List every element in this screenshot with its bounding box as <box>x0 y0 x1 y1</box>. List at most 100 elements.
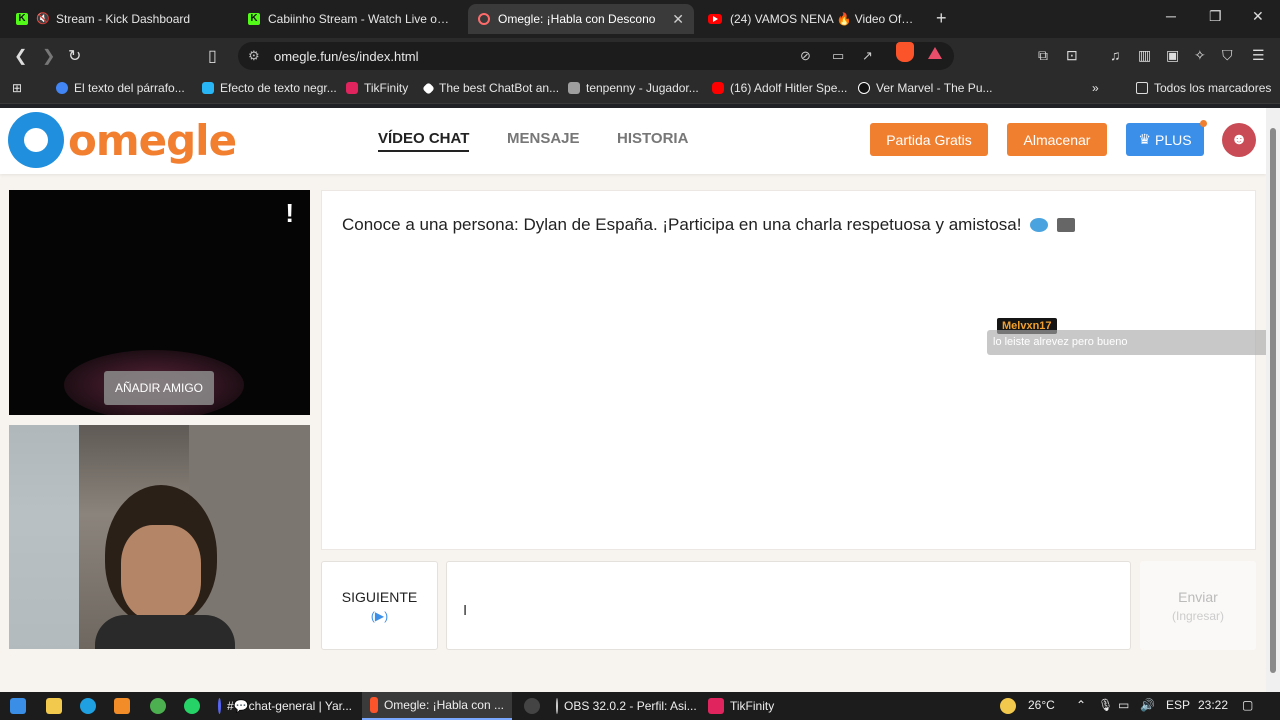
bookmark-label: El texto del párrafo... <box>74 81 185 95</box>
next-button[interactable]: SIGUIENTE (▶) <box>321 561 438 650</box>
forward-icon[interactable]: ❯ <box>42 46 55 66</box>
menu-icon[interactable]: ☰ <box>1252 47 1265 64</box>
next-hint: (▶) <box>370 608 389 623</box>
brave-shields-icon[interactable] <box>896 42 914 62</box>
no-ai-icon[interactable]: ⊘ <box>800 48 811 64</box>
message-input[interactable]: I <box>446 561 1131 650</box>
tab-title: Omegle: ¡Habla con Descono <box>498 12 656 26</box>
youtube-icon <box>708 14 722 24</box>
volume-icon[interactable]: 🔊 <box>1140 698 1155 712</box>
taskbar-app-obs[interactable]: OBS 32.0.2 - Perfil: Asi... <box>548 692 698 720</box>
omegle-logo[interactable]: omegle <box>8 112 237 168</box>
sidebar-icon[interactable]: ▥ <box>1138 47 1151 64</box>
logo-text: omegle <box>68 115 237 165</box>
tab-omegle[interactable]: Omegle: ¡Habla con Descono ✕ <box>468 4 694 34</box>
vlc-icon[interactable] <box>114 698 130 714</box>
windows-taskbar: #💬chat-general | Yar... Omegle: ¡Habla c… <box>0 692 1280 720</box>
window-close-icon[interactable]: ✕ <box>1252 8 1264 25</box>
edge-icon[interactable] <box>80 698 96 714</box>
nav-message[interactable]: MENSAJE <box>507 130 580 147</box>
wallet-icon[interactable]: ▣ <box>1166 47 1179 64</box>
avatar[interactable]: ☻ <box>1222 123 1256 157</box>
site-info-icon[interactable]: ⚙ <box>248 48 260 64</box>
bookmark-item[interactable]: The best ChatBot an... <box>422 81 559 95</box>
plus-button[interactable]: ♛ PLUS <box>1126 123 1204 156</box>
tab-search-icon[interactable]: ⊡ <box>1066 47 1078 64</box>
bookmark-favicon <box>422 81 435 95</box>
vpn-icon[interactable]: ⛉ <box>1222 47 1233 64</box>
tray-chevron-icon[interactable]: ⌃ <box>1076 698 1086 712</box>
language-text[interactable]: ESP <box>1166 698 1190 712</box>
bookmark-item[interactable]: (16) Adolf Hitler Spe... <box>712 81 847 95</box>
all-bookmarks-folder[interactable]: Todos los marcadores <box>1136 81 1271 95</box>
apps-grid-icon[interactable]: ⊞ <box>12 81 22 95</box>
media-icon[interactable]: ♫ <box>1110 47 1121 63</box>
weather-icon[interactable] <box>1000 698 1016 714</box>
user-face <box>121 525 201 620</box>
site-header: omegle VÍDEO CHAT MENSAJE HISTORIA Parti… <box>0 108 1266 174</box>
obs-icon <box>556 698 558 714</box>
nav-history[interactable]: HISTORIA <box>617 130 688 147</box>
back-icon[interactable]: ❮ <box>14 46 27 66</box>
extensions-icon[interactable]: ⧉ <box>1038 47 1048 64</box>
clock-text[interactable]: 23:22 <box>1198 698 1228 712</box>
taskbar-app-label: TikFinity <box>730 699 775 713</box>
store-button[interactable]: Almacenar <box>1007 123 1107 156</box>
bookmark-item[interactable]: TikFinity <box>346 81 408 95</box>
new-tab-icon[interactable]: + <box>936 8 947 29</box>
tab-title: (24) VAMOS NENA 🔥 Video Oficial/C <box>730 12 914 26</box>
notification-dot <box>1200 120 1207 127</box>
browser-tabbar: K 🔇 Stream - Kick Dashboard K Cabiinho S… <box>0 0 1280 38</box>
bookmark-icon[interactable]: ▯ <box>208 46 217 66</box>
tab-title: Cabiinho Stream - Watch Live on Kick <box>268 12 454 26</box>
bookmark-item[interactable]: El texto del párrafo... <box>56 81 185 95</box>
send-hint: (Ingresar) <box>1171 608 1224 623</box>
brave-rewards-icon[interactable] <box>928 47 942 59</box>
tab-title: Stream - Kick Dashboard <box>56 12 191 26</box>
taskbar-app-tikfinity[interactable]: TikFinity <box>700 692 790 720</box>
share-icon[interactable]: ↗ <box>862 48 873 64</box>
file-explorer-icon[interactable] <box>46 698 62 714</box>
page-scrollbar[interactable] <box>1266 108 1280 692</box>
taskbar-app-brave[interactable]: Omegle: ¡Habla con ... <box>362 692 512 720</box>
send-button[interactable]: Enviar (Ingresar) <box>1140 561 1256 650</box>
send-label: Enviar <box>1178 588 1218 605</box>
notifications-icon[interactable]: ▢ <box>1242 698 1253 712</box>
omegle-icon <box>478 13 490 25</box>
bookmark-label: tenpenny - Jugador... <box>586 81 699 95</box>
screenshot-icon[interactable]: ▭ <box>832 48 844 64</box>
muted-speaker-icon[interactable]: 🔇 <box>36 13 50 25</box>
taskbar-app-label: OBS 32.0.2 - Perfil: Asi... <box>564 699 697 713</box>
network-icon[interactable]: ▭ <box>1118 698 1129 712</box>
tab-kick-stream[interactable]: K Cabiinho Stream - Watch Live on Kick <box>238 4 464 34</box>
microphone-icon[interactable]: 🎙 <box>1098 698 1113 712</box>
bookmark-item[interactable]: Efecto de texto negr... <box>202 81 337 95</box>
address-bar[interactable]: ⚙ omegle.fun/es/index.html ⊘ ▭ ↗ <box>238 42 954 70</box>
close-tab-icon[interactable]: ✕ <box>672 11 684 28</box>
bookmark-item[interactable]: tenpenny - Jugador... <box>568 81 699 95</box>
whatsapp-icon[interactable] <box>184 698 200 714</box>
youtube-icon <box>712 82 724 94</box>
chrome-icon[interactable] <box>150 698 166 714</box>
windows-start-icon[interactable] <box>10 698 26 714</box>
bookmark-favicon <box>346 82 358 94</box>
bookmark-item[interactable]: Ver Marvel - The Pu... <box>858 81 993 95</box>
minimize-icon[interactable]: ─ <box>1166 8 1176 24</box>
free-game-button[interactable]: Partida Gratis <box>870 123 988 156</box>
overlay-chat-message: lo leiste alrevez pero bueno <box>987 330 1266 355</box>
tab-kick-dashboard[interactable]: K 🔇 Stream - Kick Dashboard <box>6 4 232 34</box>
bookmark-label: (16) Adolf Hitler Spe... <box>730 81 848 95</box>
pinned-app-icon[interactable] <box>524 698 540 714</box>
restore-icon[interactable]: ❐ <box>1209 8 1222 25</box>
scrollbar-thumb[interactable] <box>1270 128 1276 673</box>
report-icon[interactable]: ! <box>285 198 294 229</box>
reload-icon[interactable]: ↻ <box>68 46 81 66</box>
tab-youtube[interactable]: (24) VAMOS NENA 🔥 Video Oficial/C <box>698 4 924 34</box>
add-friend-button[interactable]: AÑADIR AMIGO <box>104 371 214 405</box>
leo-ai-icon[interactable]: ✧ <box>1194 47 1206 64</box>
taskbar-app-discord[interactable]: #💬chat-general | Yar... <box>210 692 360 720</box>
nav-video-chat[interactable]: VÍDEO CHAT <box>378 130 470 152</box>
stranger-video: ! AÑADIR AMIGO <box>9 190 310 415</box>
more-bookmarks-icon[interactable]: » <box>1092 81 1099 95</box>
chat-log: Conoce a una persona: Dylan de España. ¡… <box>321 190 1256 550</box>
